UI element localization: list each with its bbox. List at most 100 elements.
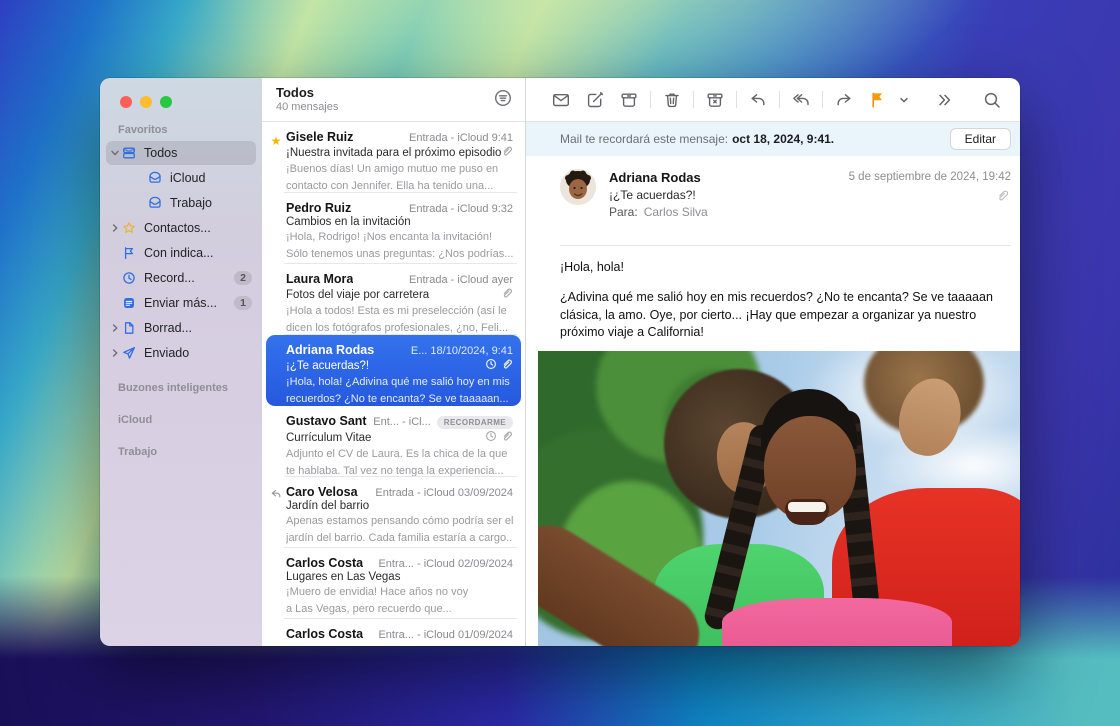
trash-icon[interactable] <box>655 86 689 114</box>
document-icon <box>122 321 138 335</box>
chevron-right-icon[interactable] <box>110 348 122 358</box>
sidebar-section-header: Favoritos <box>100 108 262 140</box>
search-icon[interactable] <box>975 86 1009 114</box>
tray-stack-icon <box>122 146 138 160</box>
sidebar-item-label: Record... <box>144 271 230 285</box>
replied-icon <box>268 487 284 505</box>
reading-pane: Mail te recordará este mensaje: oct 18, … <box>526 78 1020 646</box>
sidebar-item-label: Enviado <box>144 346 252 360</box>
reminder-banner: Mail te recordará este mensaje: oct 18, … <box>526 122 1020 156</box>
message-header: Adriana Rodas ¡¿Te acuerdas?! Para:Carlo… <box>526 156 1020 246</box>
message-list-header: Todos 40 mensajes <box>262 78 525 122</box>
paperclip-icon <box>501 145 513 160</box>
message-meta: Ent... - iCl... <box>367 416 430 428</box>
toolbar-divider <box>779 91 780 108</box>
sender-avatar[interactable] <box>560 169 596 205</box>
junk-icon[interactable] <box>698 86 732 114</box>
archive-icon[interactable] <box>612 86 646 114</box>
mailbox-icon <box>148 171 164 185</box>
recipient-name[interactable]: Carlos Silva <box>644 205 708 219</box>
sidebar-item-label: Enviar más... <box>144 296 230 310</box>
send-later-icon <box>122 296 138 310</box>
message-row[interactable]: Laura MoraEntrada - iCloud ayerFotos del… <box>266 264 521 335</box>
message-row[interactable]: Pedro RuizEntrada - iCloud 9:32Cambios e… <box>266 193 521 264</box>
sidebar-item-todos[interactable]: Todos <box>106 141 256 165</box>
message-preview-line: Apenas estamos pensando cómo podría ser … <box>286 514 513 529</box>
sidebar-item-borrad[interactable]: Borrad... <box>106 316 256 340</box>
message-row[interactable]: ★Gisele RuizEntrada - iCloud 9:41¡Nuestr… <box>266 122 521 193</box>
close-button[interactable] <box>120 96 132 108</box>
mail-window: FavoritosTodos iCloud Trabajo Contactos... C… <box>100 78 1020 646</box>
reply-all-icon[interactable] <box>784 86 818 114</box>
sidebar-item-record[interactable]: Record... 2 <box>106 266 256 290</box>
chevron-down-icon[interactable] <box>110 148 122 158</box>
remind-me-badge: RECORDARME <box>437 416 513 429</box>
message-sender: Carlos Costa <box>286 627 363 641</box>
zoom-button[interactable] <box>160 96 172 108</box>
sidebar-section-header: iCloud <box>100 398 262 430</box>
subject-icons <box>485 430 513 445</box>
message-meta: Entrada - iCloud 9:32 <box>403 203 513 215</box>
paperplane-icon <box>122 346 138 360</box>
paperclip-icon <box>501 287 513 302</box>
toolbar-divider <box>822 91 823 108</box>
message-meta: E... 18/10/2024, 9:41 <box>405 345 513 357</box>
flag-icon[interactable] <box>861 86 895 114</box>
message-sender: Adriana Rodas <box>286 343 374 357</box>
sidebar-item-enviado[interactable]: Enviado <box>106 341 256 365</box>
attachment-paperclip-icon <box>996 189 1009 207</box>
compose-icon[interactable] <box>578 86 612 114</box>
subject-icons <box>501 145 513 160</box>
message-row[interactable]: Gustavo SantanaEnt... - iCl... RECORDARME… <box>266 406 521 477</box>
sidebar-item-enviar-m-s[interactable]: Enviar más...1 <box>106 291 256 315</box>
message-row[interactable]: Carlos Costa Entra... - iCloud 01/09/2024 <box>266 619 521 646</box>
recipient-line: Para: Carlos Silva <box>609 205 1011 219</box>
message-meta: Entrada - iCloud 9:41 <box>403 132 513 144</box>
toolbar-divider <box>693 91 694 108</box>
subject-icons <box>485 358 513 373</box>
reminder-date: oct 18, 2024, 9:41. <box>732 132 834 146</box>
to-label: Para: <box>609 205 638 219</box>
sidebar-item-trabajo[interactable]: Trabajo <box>106 191 256 215</box>
chevron-right-icon[interactable] <box>110 323 122 333</box>
message-body: ¡Hola, hola!¿Adivina qué me salió hoy en… <box>526 246 1020 351</box>
message-sender: Gustavo Santana <box>286 414 367 428</box>
clock-icon <box>122 271 138 285</box>
sidebar-item-contactos[interactable]: Contactos... <box>106 216 256 240</box>
sidebar-item-label: Con indica... <box>144 246 252 260</box>
flag-chevron-icon[interactable] <box>895 86 913 114</box>
reminder-text: Mail te recordará este mensaje: <box>560 132 728 146</box>
message-preview-line: ¡Hola a todos! Esta es mi preselección (… <box>286 304 513 319</box>
attachment-photo[interactable] <box>538 351 1020 646</box>
person-center-smile <box>785 499 829 525</box>
message-row[interactable]: Adriana Rodas E... 18/10/2024, 9:41 ¡¿Te a… <box>266 335 521 406</box>
sidebar-item-con-indica[interactable]: Con indica... <box>106 241 256 265</box>
chevron-right-icon[interactable] <box>110 223 122 233</box>
unread-count-badge: 2 <box>234 271 252 285</box>
minimize-button[interactable] <box>140 96 152 108</box>
mark-unread-icon[interactable] <box>544 86 578 114</box>
message-row[interactable]: Carlos CostaEntra... - iCloud 02/09/2024… <box>266 548 521 619</box>
filter-icon[interactable] <box>493 88 513 113</box>
overflow-icon[interactable] <box>927 86 961 114</box>
message-preview-line: jardín del barrio. Cada familia estaría … <box>286 531 513 546</box>
sidebar-item-label: Trabajo <box>170 196 252 210</box>
message-preview-line: ¡Hola, hola! ¿Adivina qué me salió hoy e… <box>286 375 513 390</box>
edit-reminder-button[interactable]: Editar <box>950 128 1011 150</box>
message-subject: ¡¿Te acuerdas?! <box>286 360 485 372</box>
message-count: 40 mensajes <box>276 101 513 113</box>
message-meta: Entra... - iCloud 01/09/2024 <box>372 629 513 641</box>
message-preview-line: a Las Vegas, pero recuerdo que... <box>286 602 513 617</box>
reply-icon[interactable] <box>741 86 775 114</box>
forward-icon[interactable] <box>827 86 861 114</box>
message-preview-line: Sólo tenemos unas preguntas: ¿Nos podría… <box>286 247 513 262</box>
person-center-shirt <box>722 598 952 646</box>
window-controls <box>100 92 262 108</box>
message-sender: Caro Velosa <box>286 485 358 499</box>
sidebar-item-icloud[interactable]: iCloud <box>106 166 256 190</box>
message-subject: Jardín del barrio <box>286 500 513 512</box>
sidebar-item-label: Contactos... <box>144 221 252 235</box>
sidebar-section-header: Buzones inteligentes <box>100 366 262 398</box>
message-row[interactable]: Caro VelosaEntrada - iCloud 03/09/2024Ja… <box>266 477 521 548</box>
sidebar-item-label: iCloud <box>170 171 252 185</box>
